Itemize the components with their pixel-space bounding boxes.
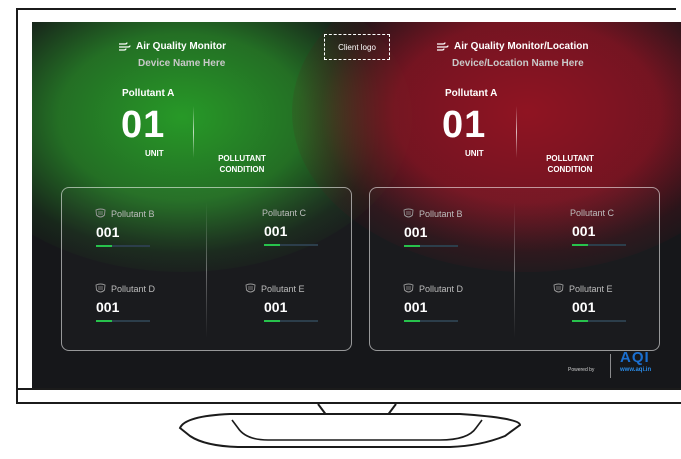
tv-stand — [178, 403, 522, 448]
